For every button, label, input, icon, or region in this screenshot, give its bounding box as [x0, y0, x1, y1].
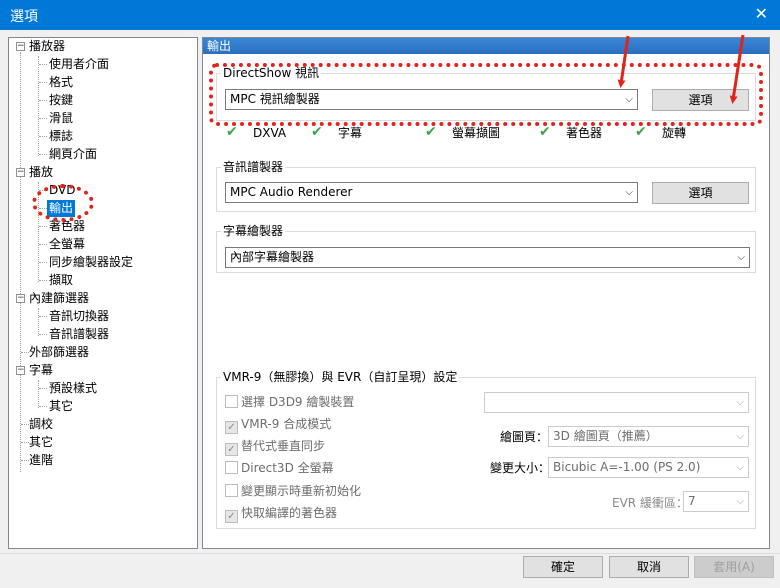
footer-separator: [0, 553, 780, 554]
window-title: 選項: [10, 9, 38, 25]
subtitle-renderer-label: 字幕繪製器: [221, 224, 286, 238]
capability-screenshot: 螢幕擷圖: [452, 126, 501, 140]
tree-item-user-interface[interactable]: 使用者介面: [49, 56, 109, 73]
vmr-evr-label: VMR-9（無膠換）與 EVR（自訂呈現）設定: [221, 370, 460, 384]
directshow-options-button[interactable]: 選項: [652, 89, 749, 111]
expand-subtitles-icon[interactable]: −: [16, 366, 25, 375]
tree-item-sync-renderer[interactable]: 同步繪製器設定: [49, 254, 133, 271]
capability-subtitles: 字幕: [338, 126, 363, 140]
tree-item-capture[interactable]: 擷取: [49, 272, 73, 289]
chevron-down-icon: ⌵: [625, 94, 633, 105]
tree-item-output[interactable]: 輸出: [47, 200, 76, 217]
tree-item-subtitles-misc[interactable]: 其它: [49, 398, 73, 415]
tree-item-player[interactable]: 播放器: [29, 38, 65, 55]
expand-internal-filters-icon[interactable]: −: [16, 294, 25, 303]
tree-item-web-interface[interactable]: 網頁介面: [49, 146, 97, 163]
audio-renderer-select[interactable]: MPC Audio Renderer ⌵: [225, 182, 638, 203]
check-icon: ✔: [425, 124, 437, 140]
check-icon: ✓: [225, 421, 238, 434]
ok-button[interactable]: 確定: [523, 556, 603, 578]
tree-item-default-style[interactable]: 預設樣式: [49, 380, 97, 397]
resize-select[interactable]: Bicubic A=-1.00 (PS 2.0) ⌵: [548, 457, 749, 478]
tree-item-formats[interactable]: 格式: [49, 74, 73, 91]
apply-button[interactable]: 套用(A): [694, 556, 774, 578]
title-bar: 選項 ✕: [0, 0, 780, 30]
chevron-down-icon: ⌵: [737, 252, 745, 263]
check-icon: ✔: [539, 124, 551, 140]
d3d-fullscreen-checkbox[interactable]: Direct3D 全螢幕: [225, 461, 334, 477]
subtitle-renderer-select[interactable]: 內部字幕繪製器 ⌵: [225, 247, 750, 268]
evr-buffer-label: EVR 緩衝區：: [612, 496, 688, 510]
reinit-display-checkbox[interactable]: 變更顯示時重新初始化: [225, 484, 361, 500]
check-icon: ✔: [226, 124, 238, 140]
directshow-renderer-select[interactable]: MPC 視訊繪製器 ⌵: [225, 89, 638, 110]
check-icon: ✓: [225, 443, 238, 456]
surface-label: 繪圖頁：: [500, 430, 549, 444]
check-icon: ✔: [311, 124, 323, 140]
tree-item-playback[interactable]: 播放: [29, 164, 53, 181]
capability-shaders: 著色器: [566, 126, 603, 140]
audio-renderer-label: 音訊譜製器: [221, 160, 286, 174]
tree-item-dvd[interactable]: DVD: [49, 182, 75, 199]
tree-item-misc[interactable]: 其它: [29, 434, 53, 451]
chevron-down-icon: ⌵: [625, 187, 633, 198]
tree-item-advanced[interactable]: 進階: [29, 452, 53, 469]
directshow-label: DirectShow 視訊: [221, 66, 322, 80]
tree-item-keys[interactable]: 按鍵: [49, 92, 73, 109]
capability-rotation: 旋轉: [662, 126, 687, 140]
tree-item-internal-filters[interactable]: 內建篩選器: [29, 290, 89, 307]
vmr9-mixer-checkbox[interactable]: ✓ VMR-9 合成模式: [225, 417, 331, 434]
chevron-down-icon: ⌵: [736, 462, 744, 473]
chevron-down-icon: ⌵: [736, 496, 744, 507]
evr-buffer-select[interactable]: 7 ⌵: [683, 491, 749, 512]
d3d9-device-select[interactable]: ⌵: [484, 392, 749, 413]
tree-item-external-filters[interactable]: 外部篩選器: [29, 344, 89, 361]
alt-vsync-checkbox[interactable]: ✓ 替代式垂直同步: [225, 439, 325, 456]
tree-item-logo[interactable]: 標誌: [49, 128, 73, 145]
tree-item-audio-renderer[interactable]: 音訊譜製器: [49, 326, 109, 343]
check-icon: ✓: [225, 510, 238, 523]
tree-item-tweaks[interactable]: 調校: [29, 416, 53, 433]
cancel-button[interactable]: 取消: [609, 556, 689, 578]
expand-playback-icon[interactable]: −: [16, 168, 25, 177]
cache-shaders-checkbox[interactable]: ✓ 快取編譯的著色器: [225, 506, 337, 523]
chevron-down-icon: ⌵: [736, 431, 744, 442]
surface-select[interactable]: 3D 繪圖頁（推薦） ⌵: [548, 426, 749, 447]
tree-item-shaders[interactable]: 著色器: [49, 218, 85, 235]
tree-item-audio-switcher[interactable]: 音訊切換器: [49, 308, 109, 325]
panel-header: 輸出: [203, 38, 769, 54]
expand-player-icon[interactable]: −: [16, 42, 25, 51]
resize-label: 變更大小：: [490, 461, 551, 475]
tree-item-mouse[interactable]: 滑鼠: [49, 110, 73, 127]
capability-dxva: DXVA: [253, 126, 287, 140]
tree-item-subtitles[interactable]: 字幕: [29, 362, 53, 379]
close-icon[interactable]: ✕: [755, 4, 768, 23]
tree-item-fullscreen[interactable]: 全螢幕: [49, 236, 85, 253]
audio-options-button[interactable]: 選項: [652, 182, 749, 204]
d3d9-device-checkbox[interactable]: 選擇 D3D9 繪製裝置: [225, 395, 354, 411]
chevron-down-icon: ⌵: [736, 397, 744, 408]
check-icon: ✔: [635, 124, 647, 140]
options-tree[interactable]: − 播放器 使用者介面 格式 按鍵 滑鼠 標誌 網頁介面 − 播放 DVD 輸出…: [8, 37, 198, 549]
